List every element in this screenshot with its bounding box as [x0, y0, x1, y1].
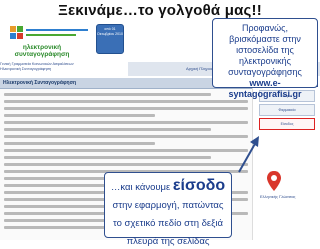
pointer-arrow-icon — [238, 136, 259, 173]
text-line — [4, 128, 211, 131]
map-pin-icon — [267, 171, 281, 191]
text-line — [4, 100, 248, 103]
text-line — [4, 121, 248, 124]
text-line — [4, 93, 211, 96]
text-line — [4, 107, 248, 110]
logo-caption: ηλεκτρονική συνταγογράφηση — [14, 44, 70, 58]
callout-login-bold: είσοδο — [172, 177, 226, 194]
text-line — [4, 163, 248, 166]
text-line — [4, 135, 248, 138]
sidebar-item-pharmacies[interactable]: Φαρμακεία — [259, 104, 315, 116]
sidebar-caption: Ελληνικής Γλώσσας — [260, 194, 296, 199]
text-line — [4, 114, 156, 117]
gov-header: Γενική Γραμματεία Κοινωνικών Ασφαλίσεων … — [0, 62, 128, 76]
login-button[interactable]: Είσοδος — [259, 118, 315, 130]
callout-login-prefix: …και κάνουμε — [110, 182, 173, 193]
text-line — [4, 156, 211, 159]
callout-login: …και κάνουμε είσοδο στην εφαρμογή, πατών… — [104, 172, 232, 247]
sidebar: Είσοδος Ιατροί Φαρμακεία Είσοδος — [256, 78, 318, 240]
callout-website-url: www.e-syntagografisi.gr — [228, 78, 302, 99]
callout-website-text: Προφανώς, βρισκόμαστε στην ιστοσελίδα τη… — [228, 23, 302, 77]
text-line — [4, 149, 248, 152]
gov-line-2: Ηλεκτρονική Συνταγογράφηση — [0, 66, 52, 71]
slide-title: Ξεκινάμε…το γολγοθά μας!! — [58, 2, 262, 19]
callout-website: Προφανώς, βρισκόμαστε στην ιστοσελίδα τη… — [212, 18, 318, 99]
text-line — [4, 142, 156, 145]
deadline-badge: από 01 Οκτωβρίου 2010 — [96, 24, 124, 54]
